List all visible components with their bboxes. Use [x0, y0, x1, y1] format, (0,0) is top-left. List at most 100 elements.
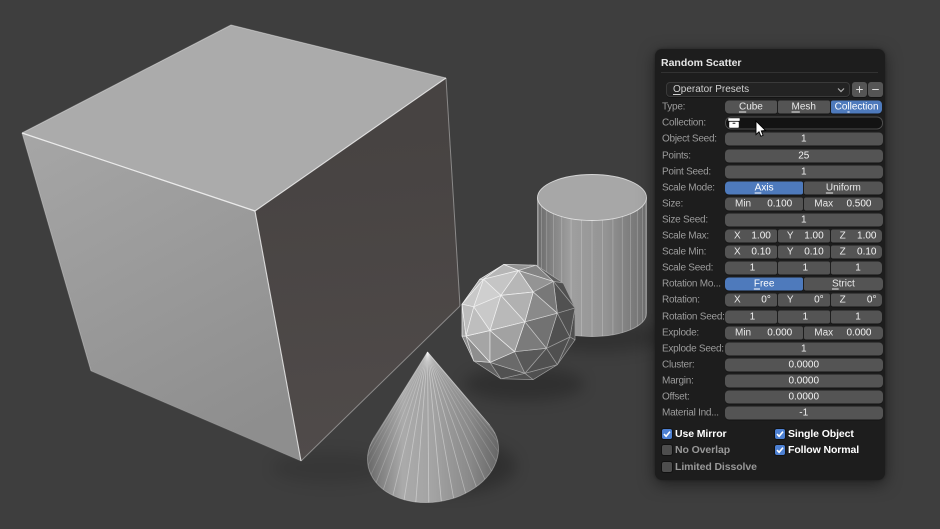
- point-seed-field[interactable]: 1: [725, 165, 883, 179]
- row-point-seed: Point Seed: 1: [655, 164, 885, 180]
- checkmark-icon: [776, 430, 784, 438]
- row-label: Type:: [662, 101, 686, 113]
- row-label: Scale Max:: [662, 230, 709, 242]
- scale-mode-enum: Axis Uniform: [725, 181, 883, 195]
- checkbox-no-overlap[interactable]: No Overlap: [662, 442, 730, 458]
- scale-max-subfield[interactable]: Z 1.00: [830, 229, 883, 243]
- row-label: Points:: [662, 150, 691, 162]
- object-seed-field[interactable]: 1: [725, 132, 883, 146]
- offset-field[interactable]: 0.0000: [725, 390, 883, 404]
- add-preset-button[interactable]: [852, 82, 867, 97]
- explode-seed-field[interactable]: 1: [725, 342, 883, 356]
- row-label: Rotation Mo...: [662, 278, 721, 290]
- operator-presets-dropdown[interactable]: Operator Presets: [666, 82, 850, 97]
- type-option[interactable]: Mesh: [777, 100, 830, 114]
- size-seed-field[interactable]: 1: [725, 213, 883, 227]
- scale-min-subfield[interactable]: Z 0.10: [830, 245, 883, 259]
- scale-min-subfield[interactable]: X 0.10: [725, 245, 777, 259]
- margin-field[interactable]: 0.0000: [725, 374, 883, 388]
- cluster-field[interactable]: 0.0000: [725, 358, 883, 372]
- scale-max-subfield[interactable]: Y 1.00: [777, 229, 830, 243]
- scale-seed-fields: 1 1 1: [725, 261, 883, 275]
- row-label: Scale Seed:: [662, 262, 714, 274]
- row-rotation-seed: Rotation Seed: 1 1 1: [655, 309, 885, 325]
- row-material-index: Material Ind... -1: [655, 405, 885, 421]
- checkbox-box[interactable]: [662, 461, 672, 472]
- checkbox-label: Use Mirror: [675, 427, 727, 440]
- scale-min-fields: X 0.10 Y 0.10 Z 0.10: [725, 245, 883, 259]
- checkbox-box[interactable]: [662, 428, 672, 439]
- chevron-down-icon: [837, 88, 845, 93]
- row-label: Point Seed:: [662, 166, 711, 178]
- row-label: Explode Seed:: [662, 343, 724, 355]
- row-label: Margin:: [662, 375, 694, 387]
- row-label: Offset:: [662, 391, 690, 403]
- rotation-subfield[interactable]: Z 0°: [830, 293, 883, 307]
- presets-label: Operator Presets: [673, 84, 750, 95]
- checkbox-follow-normal[interactable]: Follow Normal: [775, 442, 859, 458]
- row-label: Scale Mode:: [662, 182, 715, 194]
- rotation-seed-subfield[interactable]: 1: [830, 310, 883, 324]
- checkbox-box[interactable]: [775, 445, 785, 456]
- scale-mode-option[interactable]: Axis: [725, 181, 804, 195]
- panel-title: Random Scatter: [661, 56, 742, 69]
- scale-max-fields: X 1.00 Y 1.00 Z 1.00: [725, 229, 883, 243]
- row-label: Collection:: [662, 117, 706, 129]
- explode-subfield[interactable]: Min 0.000: [725, 326, 804, 340]
- minus-icon: [872, 89, 879, 90]
- scale-min-subfield[interactable]: Y 0.10: [777, 245, 830, 259]
- presets-row: Operator Presets: [655, 82, 885, 100]
- row-scale-max: Scale Max: X 1.00 Y 1.00 Z 1.00: [655, 228, 885, 244]
- row-label: Size Seed:: [662, 214, 708, 226]
- row-margin: Margin: 0.0000: [655, 373, 885, 389]
- scale-max-subfield[interactable]: X 1.00: [725, 229, 777, 243]
- checkbox-box[interactable]: [775, 428, 785, 439]
- rotation-seed-subfield[interactable]: 1: [777, 310, 830, 324]
- rotation-seed-subfield[interactable]: 1: [725, 310, 777, 324]
- row-label: Scale Min:: [662, 246, 707, 258]
- type-option[interactable]: Cube: [725, 100, 777, 114]
- cube-object[interactable]: [21, 24, 461, 462]
- type-enum: Cube Mesh Co l lection: [725, 100, 883, 114]
- rotation-subfield[interactable]: Y 0°: [777, 293, 830, 307]
- checkbox-box[interactable]: [662, 445, 672, 456]
- icosphere-object[interactable]: [461, 264, 576, 380]
- row-rotation-mode: Rotation Mo... Free Strict: [655, 276, 885, 292]
- row-label: Rotation:: [662, 294, 700, 306]
- size-subfield[interactable]: Max 0.500: [804, 197, 883, 211]
- row-label: Cluster:: [662, 359, 695, 371]
- rotation-mode-option[interactable]: Strict: [804, 277, 883, 291]
- row-collection: Collection:: [655, 115, 885, 131]
- row-scale-seed: Scale Seed: 1 1 1: [655, 260, 885, 276]
- scale-seed-subfield[interactable]: 1: [830, 261, 883, 275]
- material-index-field[interactable]: -1: [725, 406, 883, 420]
- row-object-seed: Object Seed: 1: [655, 131, 885, 147]
- checkbox-limited-dissolve[interactable]: Limited Dissolve: [662, 459, 757, 475]
- row-label: Size:: [662, 198, 683, 210]
- scale-seed-subfield[interactable]: 1: [777, 261, 830, 275]
- row-scale-min: Scale Min: X 0.10 Y 0.10 Z 0.10: [655, 244, 885, 260]
- type-option[interactable]: Co l lection: [830, 100, 883, 114]
- size-subfield[interactable]: Min 0.100: [725, 197, 804, 211]
- panel-separator: [661, 72, 878, 73]
- row-points: Points: 25: [655, 148, 885, 164]
- collection-picker-field[interactable]: [725, 116, 883, 130]
- rotation-mode-option[interactable]: Free: [725, 277, 804, 291]
- scale-seed-subfield[interactable]: 1: [725, 261, 777, 275]
- collection-icon: [728, 118, 740, 129]
- checkmark-icon: [776, 447, 784, 454]
- explode-subfield[interactable]: Max 0.000: [804, 326, 883, 340]
- row-scale-mode: Scale Mode: Axis Uniform: [655, 180, 885, 196]
- explode-fields: Min 0.000 Max 0.000: [725, 326, 883, 340]
- remove-preset-button[interactable]: [868, 82, 883, 97]
- plus-icon: [856, 86, 863, 93]
- rotation-subfield[interactable]: X 0°: [725, 293, 777, 307]
- checkbox-single-object[interactable]: Single Object: [775, 426, 854, 442]
- checkbox-label: Follow Normal: [788, 444, 860, 457]
- scale-mode-option[interactable]: Uniform: [804, 181, 883, 195]
- checkbox-label: Single Object: [788, 427, 854, 440]
- row-label: Material Ind...: [662, 407, 719, 419]
- points-field[interactable]: 25: [725, 149, 883, 163]
- checkbox-use-mirror[interactable]: Use Mirror: [662, 426, 727, 442]
- row-cluster: Cluster: 0.0000: [655, 357, 885, 373]
